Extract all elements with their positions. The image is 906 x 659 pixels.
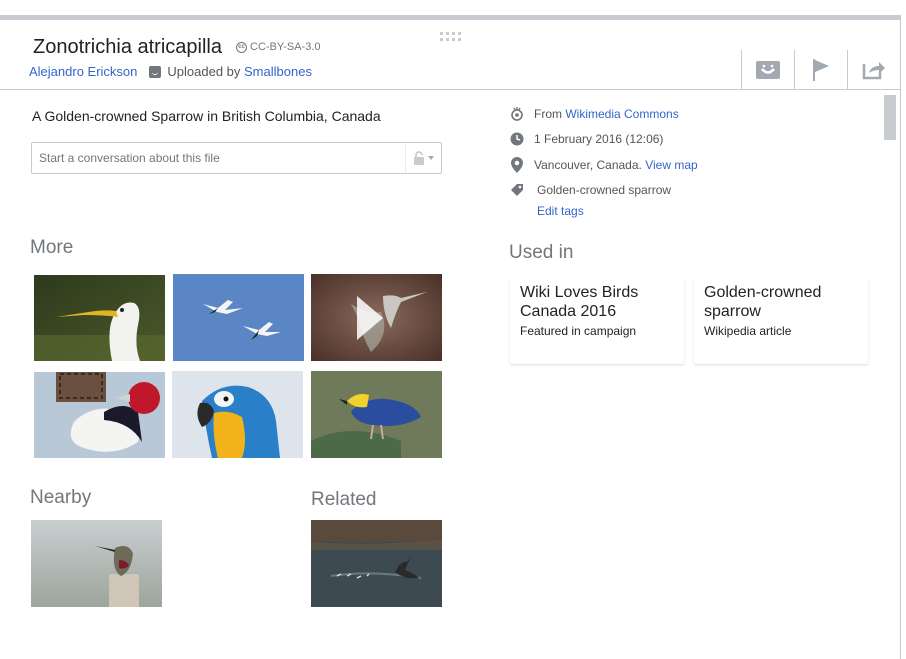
usage-card-title: Golden-crowned sparrow [704,284,822,320]
location-pin-icon [510,157,524,173]
clock-icon [510,132,524,146]
scrollbar-thumb[interactable] [884,95,896,140]
thumb-related-goose[interactable] [311,520,442,607]
usage-card-subtitle: Wikipedia article [704,324,792,338]
tag-icon [510,183,524,197]
left-column: A Golden-crowned Sparrow in British Colu… [0,90,470,650]
thumb-hummingbird-video[interactable] [311,274,442,361]
share-icon [862,62,885,80]
section-more: More [30,237,74,258]
usage-card-subtitle: Featured in campaign [520,324,637,338]
thumb-woodpecker[interactable] [34,372,165,458]
meta-date: 1 February 2016 (12:06) [510,132,663,146]
uploaded-by-label: Uploaded by [167,64,241,79]
meta-location: Vancouver, Canada. View map [510,157,698,173]
usage-card-title: Wiki Loves Birds Canada 2016 [520,284,639,320]
conversation-input[interactable] [32,144,405,172]
license-label: CC-BY-SA-3.0 [250,41,321,53]
uploader-icon [149,65,162,78]
lock-icon [414,151,424,165]
uploader-link[interactable]: Smallbones [244,64,312,79]
thumb-pitta[interactable] [311,371,442,458]
upload-date: 1 February 2016 (12:06) [534,132,664,146]
location-text: Vancouver, Canada. [534,158,642,172]
file-title: Zonotrichia atricapilla [33,36,222,58]
thanks-button[interactable] [741,50,794,90]
commons-link[interactable]: Wikimedia Commons [565,107,678,121]
edit-tags-link[interactable]: Edit tags [537,204,584,218]
tag-label[interactable]: Golden-crowned sparrow [537,183,671,197]
thumb-macaw[interactable] [172,371,303,458]
meta-tags: Golden-crowned sparrow [510,183,671,197]
chevron-down-icon [428,156,434,160]
meta-source: From Wikimedia Commons [510,107,679,121]
usage-card-article[interactable]: Golden-crowned sparrow Wikipedia article [694,278,868,364]
privacy-toggle[interactable] [405,143,441,173]
section-related: Related [311,489,377,510]
share-button[interactable] [847,50,900,90]
license-badge[interactable]: cc CC-BY-SA-3.0 [236,41,321,53]
byline: Alejandro Erickson Uploaded by Smallbone… [29,64,312,79]
commons-icon [510,107,524,121]
view-map-link[interactable]: View map [645,158,697,172]
file-description: A Golden-crowned Sparrow in British Colu… [32,108,381,124]
smiley-icon [756,61,780,79]
report-button[interactable] [794,50,847,90]
thumb-nearby-hummingbird[interactable] [31,520,162,607]
cc-icon: cc [236,41,247,53]
thumb-great-egret[interactable] [34,275,165,361]
conversation-box[interactable] [31,142,442,174]
file-header: Zonotrichia atricapilla cc CC-BY-SA-3.0 … [0,20,900,90]
flag-icon [813,59,829,81]
section-nearby: Nearby [30,487,92,508]
header-actions [741,50,900,90]
author-link[interactable]: Alejandro Erickson [29,64,137,79]
drag-handle-icon[interactable] [440,32,462,42]
thumb-snow-geese[interactable] [173,274,304,361]
usage-card-campaign[interactable]: Wiki Loves Birds Canada 2016 Featured in… [510,278,684,364]
section-used-in: Used in [509,242,574,263]
right-column: From Wikimedia Commons 1 February 2016 (… [500,90,880,390]
source-prefix: From [534,107,562,121]
